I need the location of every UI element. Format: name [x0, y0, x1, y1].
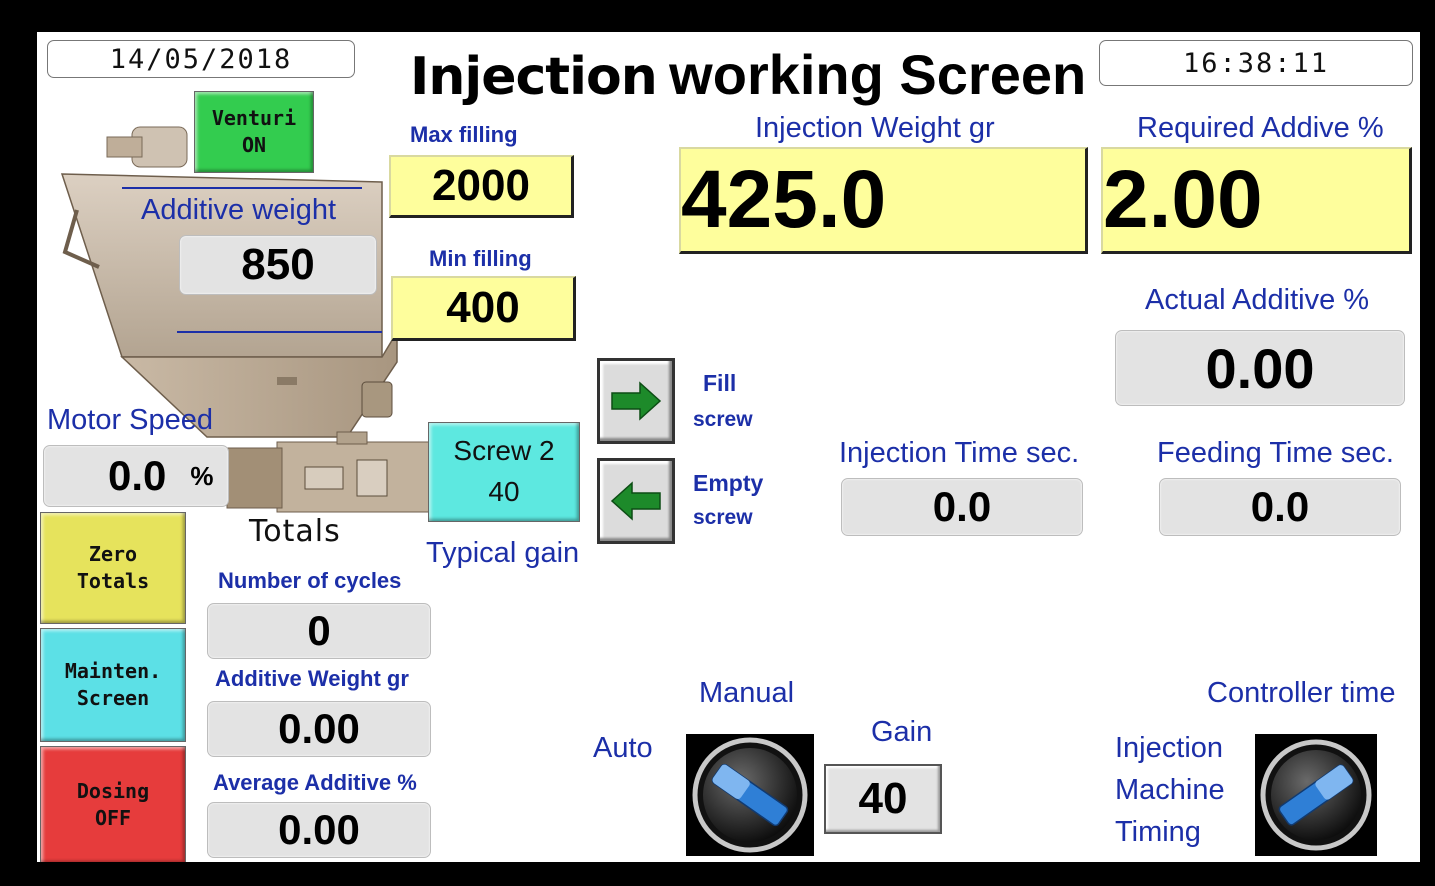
motor-speed-value: 0.0 — [108, 452, 167, 499]
fill-screw-label-2: screw — [693, 408, 753, 431]
selector-knob-icon — [692, 737, 808, 853]
screw-button[interactable]: Screw 2 40 — [428, 422, 580, 522]
motor-speed-label: Motor Speed — [47, 404, 214, 436]
additive-weight-display: 850 — [179, 235, 377, 295]
arrow-right-icon — [611, 381, 662, 421]
actual-additive-display: 0.00 — [1115, 330, 1405, 406]
feeding-time-label: Feeding Time sec. — [1157, 437, 1394, 469]
max-filling-label: Max filling — [410, 122, 518, 147]
required-additive-label: Required Addive % — [1137, 112, 1384, 144]
injection-weight-field[interactable]: 425.0 — [679, 147, 1088, 254]
gain-field[interactable]: 40 — [824, 764, 942, 834]
cycles-label: Number of cycles — [218, 568, 402, 593]
title-part2: working Screen — [669, 43, 1087, 106]
gain-label: Gain — [871, 716, 933, 748]
total-additive-weight-display: 0.00 — [207, 701, 431, 757]
time-display: 16:38:11 — [1099, 40, 1413, 86]
injection-time-display: 0.0 — [841, 478, 1083, 536]
required-additive-field[interactable]: 2.00 — [1101, 147, 1412, 254]
manual-label: Manual — [699, 677, 795, 709]
dosing-line1: Dosing — [76, 779, 150, 803]
motor-speed-display: 0.0 % — [43, 445, 229, 507]
feeding-time-display: 0.0 — [1159, 478, 1401, 536]
dosing-button[interactable]: Dosing OFF — [40, 746, 186, 862]
timing-selector[interactable] — [1255, 734, 1377, 856]
title-part1: Injection — [410, 47, 658, 107]
venturi-state: ON — [241, 133, 267, 157]
zero-totals-line2: Totals — [76, 569, 150, 593]
typical-gain-label: Typical gain — [426, 537, 580, 569]
min-filling-field[interactable]: 400 — [391, 276, 576, 341]
machine-label: Machine — [1115, 774, 1225, 806]
max-filling-field[interactable]: 2000 — [389, 155, 574, 218]
zero-totals-button[interactable]: Zero Totals — [40, 512, 186, 624]
date-display: 14/05/2018 — [47, 40, 355, 78]
totals-title: Totals — [249, 514, 341, 549]
mainten-line1: Mainten. — [64, 659, 162, 683]
auto-manual-selector[interactable] — [686, 734, 814, 856]
injection-time-label: Injection Time sec. — [839, 437, 1080, 469]
empty-screw-button[interactable] — [597, 458, 675, 544]
zero-totals-line1: Zero — [88, 542, 138, 566]
screw-button-value: 40 — [488, 476, 520, 507]
empty-screw-label-2: screw — [693, 506, 753, 529]
injection-label: Injection — [1115, 732, 1224, 764]
fill-screw-button[interactable] — [597, 358, 675, 444]
mainten-line2: Screen — [76, 686, 150, 710]
dosing-line2: OFF — [94, 806, 132, 830]
arrow-left-icon — [610, 481, 661, 521]
actual-additive-label: Actual Additive % — [1145, 284, 1370, 316]
empty-screw-label-1: Empty — [693, 470, 764, 496]
auto-label: Auto — [593, 732, 653, 764]
hmi-screen: 14/05/2018 16:38:11 Injection working Sc… — [37, 32, 1420, 862]
average-additive-display: 0.00 — [207, 802, 431, 858]
motor-speed-unit: % — [190, 460, 214, 491]
timing-label: Timing — [1115, 816, 1201, 848]
page-title: Injection working Screen — [410, 42, 1086, 107]
venturi-label: Venturi — [211, 106, 297, 130]
injection-weight-label: Injection Weight gr — [755, 112, 995, 144]
selector-knob-icon — [1260, 739, 1372, 851]
fill-screw-label-1: Fill — [703, 370, 737, 396]
total-additive-weight-label: Additive Weight gr — [215, 666, 409, 691]
screw-button-label: Screw 2 — [453, 435, 555, 467]
min-filling-label: Min filling — [429, 246, 532, 271]
additive-weight-label: Additive weight — [141, 194, 337, 226]
mainten-screen-button[interactable]: Mainten. Screen — [40, 628, 186, 742]
venturi-button[interactable]: Venturi ON — [194, 91, 314, 173]
controller-time-label: Controller time — [1207, 677, 1396, 709]
average-additive-label: Average Additive % — [213, 770, 417, 795]
cycles-display: 0 — [207, 603, 431, 659]
